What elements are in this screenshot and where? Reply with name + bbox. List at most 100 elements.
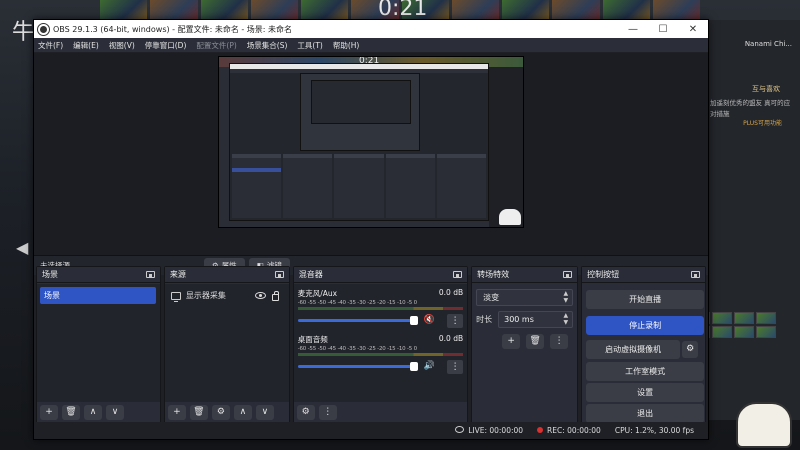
speaker-muted-icon[interactable]: 🔇 (424, 315, 435, 325)
preview-docks (232, 154, 487, 218)
game-panel-heading: 互与喜欢 (752, 85, 780, 93)
menu-tools[interactable]: 工具(T) (297, 40, 322, 51)
controls-dock-title: 控制按钮 (587, 270, 620, 279)
channel-db: 0.0 dB (438, 334, 464, 343)
add-source-button[interactable]: + (167, 405, 186, 420)
add-transition-button[interactable]: + (502, 334, 521, 349)
move-up-button[interactable]: ∧ (84, 405, 102, 420)
game-player-name: Nanami Chi... (744, 40, 792, 48)
virtual-camera-settings-button[interactable]: ⚙ (682, 341, 699, 358)
menu-view[interactable]: 视图(V) (109, 40, 135, 51)
transitions-dock-title: 转场特效 (477, 270, 510, 279)
channel-name: 桌面音频 (297, 335, 328, 344)
move-down-button[interactable]: ∨ (106, 405, 124, 420)
menu-docks[interactable]: 停靠窗口(D) (145, 40, 187, 51)
mixer-channels: 麦克风/Aux 0.0 dB -60 -55 -50 -45 -40 -35 -… (293, 284, 468, 402)
transitions-dock: 转场特效 淡变 ▲ ▼ 时长 300 ms ▲ ▼ + 🗑 ⋮ (471, 266, 579, 424)
volume-slider[interactable] (297, 315, 418, 325)
move-up-button[interactable]: ∧ (233, 405, 252, 420)
menu-profile[interactable]: 配置文件(P) (196, 40, 236, 51)
source-item-label: 显示器采集 (185, 291, 226, 300)
undock-icon[interactable] (274, 271, 284, 278)
duration-label: 时长 (476, 315, 493, 324)
game-left-arrow-icon: ◀ (16, 238, 29, 257)
updown-arrows-icon[interactable]: ▲ ▼ (564, 312, 569, 326)
start-virtual-camera-button[interactable]: 启动虚拟摄像机 (586, 340, 681, 359)
dock-row: 场景 场景 + 🗑 ∧ ∨ 来源 显示器采集 + 🗑 ⚙ ∧ ∨ 混音器 麦克风… (34, 266, 708, 424)
channel-menu-button[interactable]: ⋮ (447, 360, 464, 374)
monitor-icon (170, 291, 181, 302)
menu-help[interactable]: 帮助(H) (333, 40, 360, 51)
preview-side-panel (489, 67, 523, 227)
cpu-status: CPU: 1.2%, 30.00 fps (614, 426, 694, 435)
source-properties-button[interactable]: ⚙ (211, 405, 230, 420)
scenes-dock-title: 场景 (42, 270, 58, 279)
mixer-dock: 混音器 麦克风/Aux 0.0 dB -60 -55 -50 -45 -40 -… (292, 266, 469, 424)
title-bar: OBS 29.1.3 (64-bit, windows) - 配置文件: 未命名… (34, 20, 708, 38)
volume-meter (297, 353, 464, 356)
mixer-channel: 麦克风/Aux 0.0 dB -60 -55 -50 -45 -40 -35 -… (297, 288, 464, 332)
lock-icon[interactable] (271, 290, 279, 301)
preview-obs-window (229, 63, 489, 221)
menu-edit[interactable]: 编辑(E) (73, 40, 99, 51)
start-streaming-button[interactable]: 开始直播 (586, 290, 705, 309)
preview-nested-window (300, 73, 420, 151)
channel-name: 麦克风/Aux (297, 289, 338, 298)
updown-arrows-icon: ▲ ▼ (563, 290, 569, 304)
stop-recording-button[interactable]: 停止录制 (586, 316, 705, 335)
undock-icon[interactable] (453, 271, 463, 278)
move-down-button[interactable]: ∨ (255, 405, 274, 420)
settings-button[interactable]: 设置 (586, 383, 705, 402)
undock-icon[interactable] (691, 271, 700, 278)
transition-select[interactable]: 淡变 ▲ ▼ (476, 289, 574, 306)
exit-button[interactable]: 退出 (586, 404, 705, 423)
volume-slider[interactable] (297, 361, 418, 371)
remove-source-button[interactable]: 🗑 (189, 405, 208, 420)
scenes-list: 场景 (37, 284, 160, 402)
remove-transition-button[interactable]: 🗑 (526, 334, 545, 349)
eye-icon[interactable] (254, 292, 266, 299)
scene-item[interactable]: 场景 (40, 287, 156, 304)
menu-scene-collection[interactable]: 场景集合(S) (247, 40, 288, 51)
maximize-button[interactable]: ☐ (648, 24, 678, 35)
game-timer: 0:21 (378, 0, 428, 21)
add-scene-button[interactable]: + (40, 405, 58, 420)
channel-db: 0.0 dB (438, 288, 464, 297)
game-item-icon (756, 312, 776, 324)
scenes-dock: 场景 场景 + 🗑 ∧ ∨ (36, 266, 161, 424)
meter-scale: -60 -55 -50 -45 -40 -35 -30 -25 -20 -15 … (297, 300, 417, 306)
broadcast-icon (455, 426, 465, 433)
remove-scene-button[interactable]: 🗑 (62, 405, 80, 420)
source-item[interactable]: 显示器采集 (167, 287, 287, 304)
mixer-menu-button[interactable]: ⋮ (318, 405, 337, 420)
sources-list: 显示器采集 (164, 284, 289, 402)
undock-icon[interactable] (563, 271, 573, 278)
duration-input[interactable]: 300 ms ▲ ▼ (498, 311, 574, 328)
close-button[interactable]: ✕ (678, 24, 708, 35)
menu-file[interactable]: 文件(F) (38, 40, 63, 51)
game-item-icon (712, 312, 732, 324)
rec-status: REC: 00:00:00 (537, 426, 601, 435)
sources-dock: 来源 显示器采集 + 🗑 ⚙ ∧ ∨ (163, 266, 290, 424)
undock-icon[interactable] (145, 271, 155, 278)
speaker-icon[interactable]: 🔊 (424, 361, 435, 371)
game-left-glyph: 牛 (12, 20, 35, 45)
record-dot-icon (537, 427, 544, 433)
game-right-panel (708, 20, 800, 420)
mixer-dock-title: 混音器 (298, 270, 323, 279)
slider-knob[interactable] (409, 315, 418, 325)
studio-mode-button[interactable]: 工作室模式 (586, 362, 705, 381)
obs-window: OBS 29.1.3 (64-bit, windows) - 配置文件: 未命名… (33, 19, 709, 440)
advanced-audio-button[interactable]: ⚙ (296, 405, 315, 420)
sources-dock-title: 来源 (169, 270, 186, 279)
slider-knob[interactable] (409, 361, 418, 371)
channel-menu-button[interactable]: ⋮ (447, 314, 464, 328)
game-item-icon (734, 326, 754, 338)
preview-canvas[interactable]: 0:21 (218, 56, 524, 228)
volume-meter (297, 307, 464, 310)
mixer-channel: 桌面音频 0.0 dB -60 -55 -50 -45 -40 -35 -30 … (297, 334, 464, 378)
meter-scale: -60 -55 -50 -45 -40 -35 -30 -25 -20 -15 … (297, 346, 417, 352)
minimize-button[interactable]: — (618, 24, 648, 35)
game-item-icon (712, 326, 732, 338)
transition-menu-button[interactable]: ⋮ (550, 334, 569, 349)
